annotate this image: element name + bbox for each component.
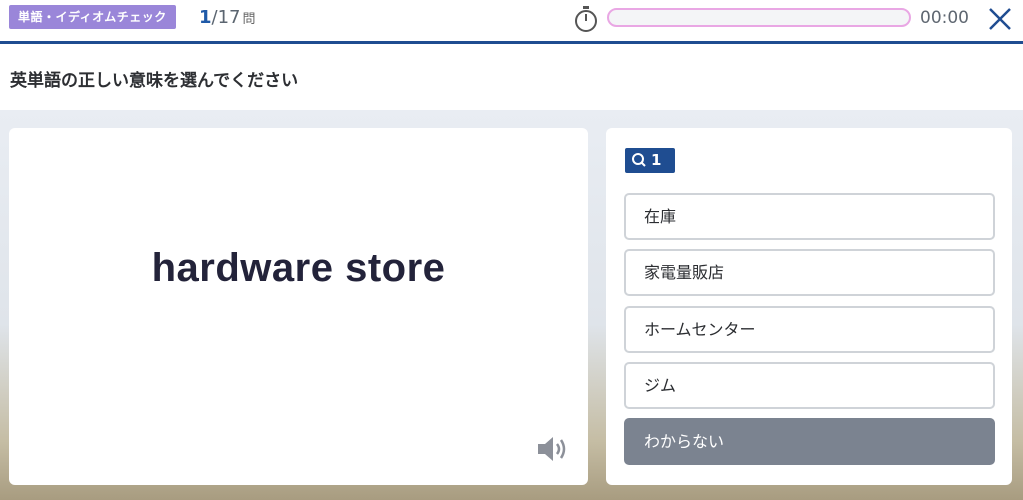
current-question-number: 1	[199, 7, 212, 28]
total-questions: /17	[211, 7, 241, 28]
stopwatch-icon	[573, 5, 599, 33]
speaker-icon[interactable]	[536, 434, 568, 464]
dont-know-button[interactable]: わからない	[624, 418, 995, 465]
progress-bar	[607, 8, 911, 27]
question-counter: 1/17 問	[199, 7, 256, 28]
search-icon	[632, 153, 646, 167]
question-number-badge: 1	[625, 148, 675, 173]
timer-display: 00:00	[920, 8, 969, 28]
counter-unit: 問	[242, 12, 256, 27]
speaker-button[interactable]	[536, 434, 568, 464]
close-icon[interactable]	[985, 4, 1015, 34]
instruction-text: 英単語の正しい意味を選んでください	[10, 71, 299, 91]
close-button[interactable]	[985, 4, 1015, 34]
option-4[interactable]: ジム	[624, 362, 995, 409]
option-3[interactable]: ホームセンター	[624, 306, 995, 353]
question-word: hardware store	[151, 246, 446, 290]
word-card	[9, 128, 588, 485]
mode-badge: 単語・イディオムチェック	[9, 5, 176, 29]
option-2[interactable]: 家電量販店	[624, 249, 995, 296]
header-divider	[0, 41, 1023, 44]
option-1[interactable]: 在庫	[624, 193, 995, 240]
question-number: 1	[651, 151, 662, 169]
